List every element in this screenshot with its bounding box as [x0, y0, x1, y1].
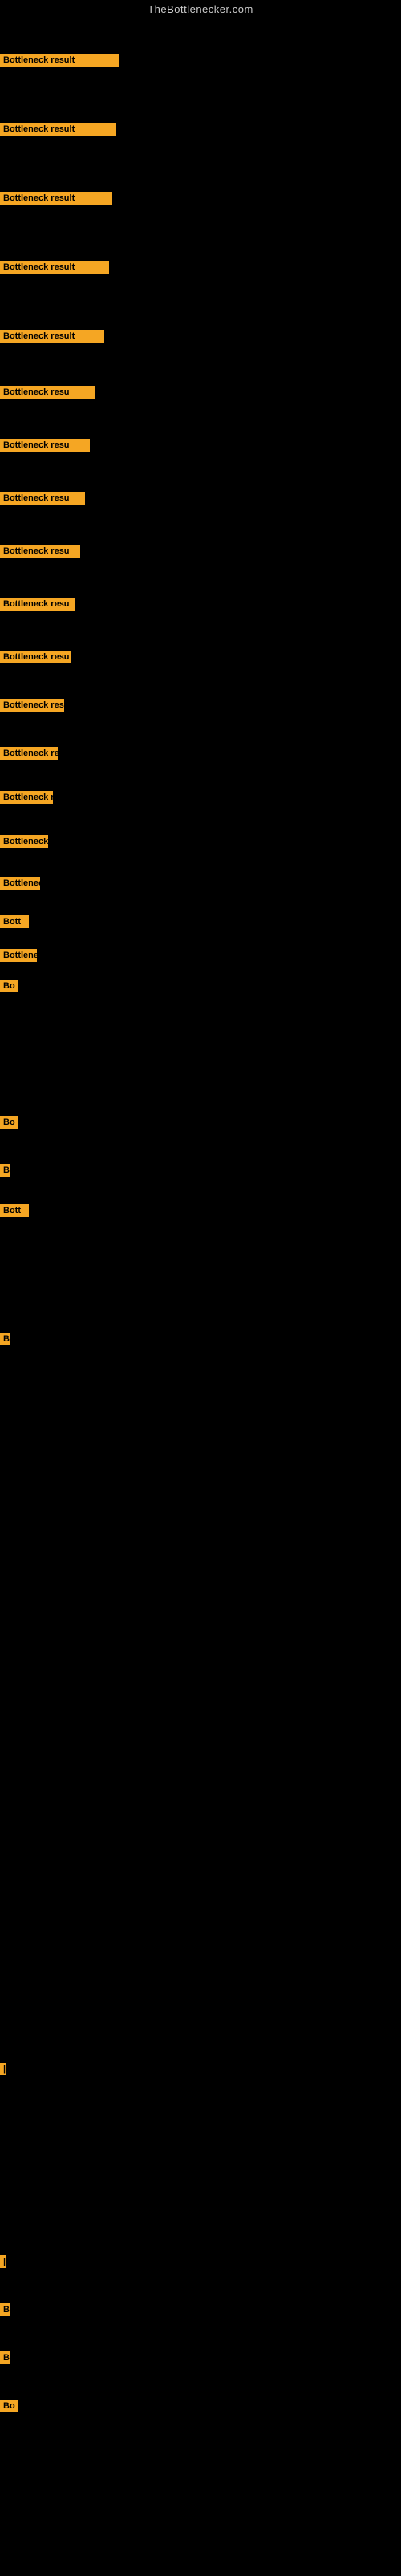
- bar-row: Bottleneck re: [0, 747, 58, 760]
- bar-label: Bottleneck re: [0, 747, 58, 760]
- bar-row: B: [0, 2303, 10, 2316]
- bar-label: Bo: [0, 980, 18, 992]
- bar-row: |: [0, 2063, 6, 2075]
- bar-row: Bottleneck result: [0, 54, 119, 67]
- bar-row: B: [0, 1164, 10, 1177]
- bar-row: Bottlene: [0, 949, 37, 962]
- bar-label: Bottleneck re: [0, 791, 53, 804]
- bar-row: Bott: [0, 915, 29, 928]
- bar-row: Bo: [0, 1116, 18, 1129]
- bar-row: Bottleneck res: [0, 699, 64, 712]
- bar-label: Bo: [0, 1116, 18, 1129]
- bar-label: B: [0, 1333, 10, 1345]
- bar-label: B: [0, 2303, 10, 2316]
- bar-row: Bo: [0, 980, 18, 992]
- bar-label: Bottleneck result: [0, 330, 104, 343]
- bar-label: Bo: [0, 2400, 18, 2412]
- bar-row: Bottleneck result: [0, 192, 112, 205]
- bar-row: Bottleneck resu: [0, 439, 90, 452]
- site-title: TheBottlenecker.com: [0, 0, 401, 17]
- bar-row: B: [0, 2351, 10, 2364]
- bar-label: Bottleneck resu: [0, 492, 85, 505]
- bar-label: Bottleneck result: [0, 123, 116, 136]
- bar-label: Bottlene: [0, 949, 37, 962]
- bar-row: Bottleneck result: [0, 330, 104, 343]
- bar-label: Bottlenec: [0, 877, 40, 890]
- bar-row: |: [0, 2255, 6, 2268]
- bar-row: Bottleneck result: [0, 123, 116, 136]
- bar-label: Bottleneck resu: [0, 545, 80, 558]
- bar-label: Bottleneck result: [0, 54, 119, 67]
- bar-label: Bottleneck res: [0, 699, 64, 712]
- bar-row: Bottleneck resu: [0, 651, 71, 663]
- bar-row: Bottlenec: [0, 877, 40, 890]
- bar-label: Bottleneck result: [0, 192, 112, 205]
- bar-row: Bo: [0, 2400, 18, 2412]
- bar-label: Bottleneck resu: [0, 439, 90, 452]
- bar-label: |: [0, 2063, 6, 2075]
- bar-label: B: [0, 2351, 10, 2364]
- bar-label: Bottleneck resu: [0, 386, 95, 399]
- bar-row: Bottleneck resu: [0, 386, 95, 399]
- bar-label: Bottleneck resu: [0, 598, 75, 611]
- bar-label: Bottleneck resu: [0, 651, 71, 663]
- bar-label: |: [0, 2255, 6, 2268]
- bar-row: B: [0, 1333, 10, 1345]
- bar-label: Bott: [0, 1204, 29, 1217]
- bar-label: Bott: [0, 915, 29, 928]
- bar-row: Bottleneck resu: [0, 598, 75, 611]
- bar-row: Bott: [0, 1204, 29, 1217]
- bar-label: B: [0, 1164, 10, 1177]
- bar-label: Bottleneck result: [0, 261, 109, 274]
- bar-row: Bottleneck resu: [0, 545, 80, 558]
- bar-row: Bottleneck result: [0, 261, 109, 274]
- bar-row: Bottleneck re: [0, 835, 48, 848]
- bar-label: Bottleneck re: [0, 835, 48, 848]
- bar-row: Bottleneck resu: [0, 492, 85, 505]
- bar-row: Bottleneck re: [0, 791, 53, 804]
